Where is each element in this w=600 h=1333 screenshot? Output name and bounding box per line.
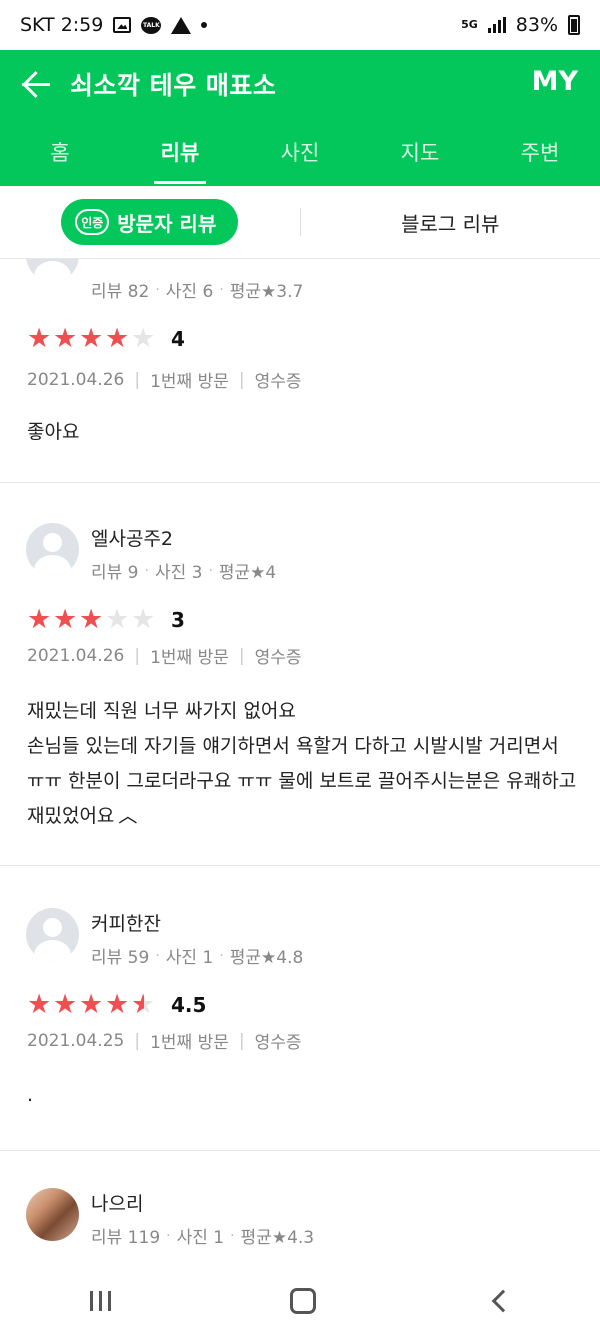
- tab-reviews[interactable]: 리뷰: [120, 118, 240, 186]
- visit-count: 1번째 방문: [150, 648, 229, 668]
- back-icon[interactable]: [491, 1289, 514, 1312]
- avatar: [26, 1188, 79, 1241]
- home-icon[interactable]: [289, 1287, 316, 1314]
- receipt-label: 영수증: [254, 1033, 302, 1053]
- signal-icon: [487, 17, 506, 33]
- visit-info: 2021.04.26 | 1번째 방문 | 영수증: [27, 367, 302, 393]
- gallery-icon: [113, 17, 132, 33]
- avatar: [26, 523, 79, 576]
- tab-nearby[interactable]: 주변: [480, 118, 600, 186]
- visit-count: 1번째 방문: [150, 372, 229, 392]
- separator: [0, 482, 600, 483]
- rating-score: 4: [171, 326, 185, 351]
- battery-icon: [568, 15, 580, 35]
- reviewer-name[interactable]: 커피한잔: [91, 909, 161, 936]
- review-type-tabs: 인증 방문자 리뷰 블로그 리뷰: [0, 186, 600, 259]
- star-icon: ★: [131, 323, 156, 354]
- star-icon: ★: [27, 989, 52, 1020]
- dot-icon: [201, 22, 208, 28]
- chevron-up-icon[interactable]: ︿: [118, 799, 137, 834]
- visit-info: 2021.04.25 | 1번째 방문 | 영수증: [27, 1028, 302, 1054]
- review-count: 리뷰 82: [91, 282, 150, 302]
- separator: [0, 1150, 600, 1151]
- review-text: 재밌는데 직원 너무 싸가지 없어요 손님들 있는데 자기들 얘기하면서 욕할거…: [27, 694, 577, 834]
- visit-count: 1번째 방문: [150, 1033, 229, 1053]
- blog-review-tab[interactable]: 블로그 리뷰: [401, 208, 499, 237]
- visit-date: 2021.04.26: [27, 645, 125, 666]
- star-icon: ★: [27, 323, 52, 354]
- my-button[interactable]: MY: [532, 66, 578, 97]
- tab-photos[interactable]: 사진: [240, 118, 360, 186]
- battery-percent: 83%: [515, 14, 558, 36]
- review-count: 리뷰 119: [91, 1228, 161, 1248]
- star-rating: ★ ★ ★ ★ ★ 4.5: [27, 991, 206, 1018]
- review-count: 리뷰 59: [91, 948, 150, 968]
- visit-info: 2021.04.26 | 1번째 방문 | 영수증: [27, 643, 302, 669]
- star-icon: ★: [105, 604, 130, 635]
- avatar: [26, 259, 79, 282]
- reviewer-stats: 리뷰 9 · 사진 3 · 평균★4: [91, 558, 277, 584]
- star-icon: ★: [27, 604, 52, 635]
- tab-map[interactable]: 지도: [360, 118, 480, 186]
- tab-home[interactable]: 홈: [0, 118, 120, 186]
- status-time: SKT 2:59: [20, 14, 104, 36]
- talk-icon: TALK: [141, 16, 162, 34]
- average-rating: 평균★4.3: [240, 1228, 315, 1248]
- review-body: 재밌는데 직원 너무 싸가지 없어요 손님들 있는데 자기들 얘기하면서 욕할거…: [27, 700, 577, 827]
- photo-count: 사진 3: [154, 563, 203, 583]
- star-icon: ★: [131, 604, 156, 635]
- app-bar: 쇠소깍 테우 매표소 MY: [0, 50, 600, 118]
- review-text: 좋아요: [27, 421, 80, 443]
- reviewer-name[interactable]: 나으리: [91, 1189, 143, 1216]
- back-arrow-icon[interactable]: [18, 69, 52, 99]
- average-rating: 평균★3.7: [229, 282, 304, 302]
- star-icon: ★: [79, 604, 104, 635]
- visit-date: 2021.04.25: [27, 1030, 125, 1051]
- star-icon: ★: [53, 323, 78, 354]
- receipt-label: 영수증: [254, 648, 302, 668]
- visitor-review-label: 방문자 리뷰: [117, 211, 217, 236]
- half-star-icon: ★: [131, 989, 156, 1020]
- average-rating: 평균★4.8: [229, 948, 304, 968]
- reviewer-name[interactable]: 엘사공주2: [91, 524, 173, 551]
- status-bar: SKT 2:59 TALK 5G 83%: [0, 0, 600, 50]
- star-icon: ★: [53, 604, 78, 635]
- star-icon: ★: [105, 323, 130, 354]
- network-icon: 5G: [461, 18, 478, 31]
- separator: [0, 865, 600, 866]
- warning-icon: [171, 16, 192, 34]
- photo-count: 사진 6: [165, 282, 214, 302]
- star-icon: ★: [53, 989, 78, 1020]
- average-rating: 평균★4: [218, 563, 277, 583]
- reviewer-stats: 리뷰 119 · 사진 1 · 평균★4.3: [91, 1223, 315, 1249]
- recent-apps-icon[interactable]: [89, 1290, 111, 1311]
- avatar: [26, 908, 79, 961]
- page-title: 쇠소깍 테우 매표소: [70, 71, 277, 100]
- photo-count: 사진 1: [165, 948, 214, 968]
- verified-badge-icon: 인증: [75, 209, 110, 235]
- receipt-label: 영수증: [254, 372, 302, 392]
- star-icon: ★: [79, 323, 104, 354]
- rating-score: 4.5: [171, 992, 207, 1017]
- reviewer-stats: 리뷰 82 · 사진 6 · 평균★3.7: [91, 277, 304, 303]
- review-count: 리뷰 9: [91, 563, 139, 583]
- system-nav-bar: [0, 1268, 600, 1333]
- star-rating: ★ ★ ★ ★ ★ 3: [27, 606, 185, 633]
- photo-count: 사진 1: [176, 1228, 225, 1248]
- reviewer-stats: 리뷰 59 · 사진 1 · 평균★4.8: [91, 943, 304, 969]
- review-list[interactable]: 리뷰 82 · 사진 6 · 평균★3.7 ★ ★ ★ ★ ★ 4 2021.04.…: [0, 259, 600, 1268]
- star-rating: ★ ★ ★ ★ ★ 4: [27, 325, 185, 352]
- visit-date: 2021.04.26: [27, 369, 125, 390]
- visitor-review-tab[interactable]: 인증 방문자 리뷰: [61, 199, 239, 245]
- star-icon: ★: [79, 989, 104, 1020]
- rating-score: 3: [171, 607, 185, 632]
- star-icon: ★: [105, 989, 130, 1020]
- tab-bar: 홈 리뷰 사진 지도 주변: [0, 118, 600, 186]
- review-text: .: [27, 1084, 34, 1106]
